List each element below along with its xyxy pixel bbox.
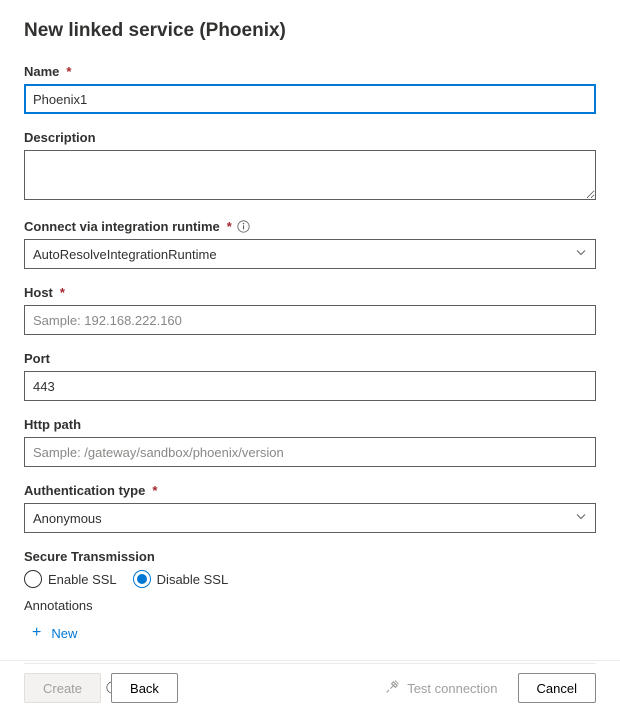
description-input[interactable] [24,150,596,200]
test-connection-button[interactable]: Test connection [385,679,497,697]
httppath-input[interactable] [24,437,596,467]
auth-type-select[interactable] [24,503,596,533]
port-field-group: Port [24,351,596,401]
required-asterisk: * [60,285,65,300]
host-label-text: Host [24,285,53,300]
integration-runtime-label: Connect via integration runtime * [24,219,596,234]
create-button[interactable]: Create [24,673,101,703]
auth-label-text: Authentication type [24,483,145,498]
cancel-button[interactable]: Cancel [518,673,596,703]
page-title: New linked service (Phoenix) [24,20,596,42]
annotations-label: Annotations [24,598,596,613]
description-label: Description [24,130,596,145]
integration-runtime-field-group: Connect via integration runtime * [24,219,596,269]
radio-circle-icon [24,570,42,588]
disable-ssl-label: Disable SSL [157,572,229,587]
description-field-group: Description [24,130,596,203]
httppath-field-group: Http path [24,417,596,467]
secure-transmission-label: Secure Transmission [24,549,596,564]
port-label: Port [24,351,596,366]
info-icon[interactable] [237,220,251,234]
httppath-label: Http path [24,417,596,432]
disable-ssl-radio[interactable]: Disable SSL [133,570,229,588]
host-input[interactable] [24,305,596,335]
required-asterisk: * [227,219,232,234]
test-connection-label: Test connection [407,681,497,696]
required-asterisk: * [152,483,157,498]
integration-runtime-label-text: Connect via integration runtime [24,219,220,234]
secure-transmission-label-text: Secure Transmission [24,549,155,564]
required-asterisk: * [66,64,71,79]
enable-ssl-radio[interactable]: Enable SSL [24,570,117,588]
httppath-label-text: Http path [24,417,81,432]
port-input[interactable] [24,371,596,401]
description-label-text: Description [24,130,96,145]
host-field-group: Host * [24,285,596,335]
auth-field-group: Authentication type * [24,483,596,533]
integration-runtime-select[interactable] [24,239,596,269]
footer: Create Back Test connection Cancel [0,660,620,715]
name-label-text: Name [24,64,59,79]
name-input[interactable] [24,84,596,114]
plus-icon: + [32,625,41,641]
auth-label: Authentication type * [24,483,596,498]
radio-circle-icon [133,570,151,588]
enable-ssl-label: Enable SSL [48,572,117,587]
add-annotation-button[interactable]: + New [24,621,596,645]
host-label: Host * [24,285,596,300]
add-annotation-label: New [51,626,77,641]
name-field-group: Name * [24,64,596,114]
port-label-text: Port [24,351,50,366]
back-button[interactable]: Back [111,673,178,703]
name-label: Name * [24,64,596,79]
plug-icon [385,679,400,697]
